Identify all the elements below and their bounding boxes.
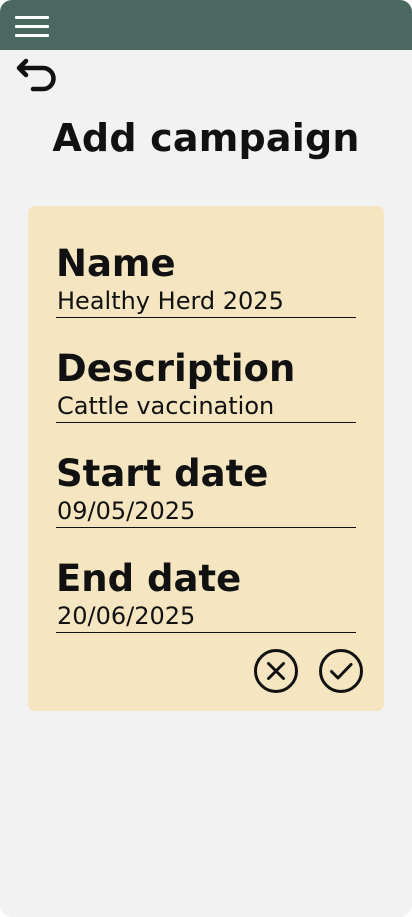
start-date-field: Start date [56,452,356,528]
start-date-input[interactable] [56,496,356,528]
name-field: Name [56,242,356,318]
hamburger-menu-icon[interactable] [15,16,49,40]
screen: Add campaign Name Description Start date… [0,0,412,917]
start-date-label: Start date [56,452,269,495]
top-app-bar [0,0,412,50]
name-input[interactable] [56,286,356,318]
description-label: Description [56,347,296,390]
page-title: Add campaign [52,116,360,160]
undo-arrow-icon [16,58,56,92]
end-date-input[interactable] [56,601,356,633]
close-circle-icon [254,649,298,693]
description-input[interactable] [56,391,356,423]
campaign-form-card: Name Description Start date End date [28,206,384,711]
end-date-field: End date [56,557,356,633]
description-field: Description [56,347,356,423]
confirm-button[interactable] [318,648,364,694]
end-date-label: End date [56,557,242,600]
check-circle-icon [319,649,363,693]
name-label: Name [56,242,176,285]
cancel-button[interactable] [253,648,299,694]
back-button[interactable] [14,57,58,97]
